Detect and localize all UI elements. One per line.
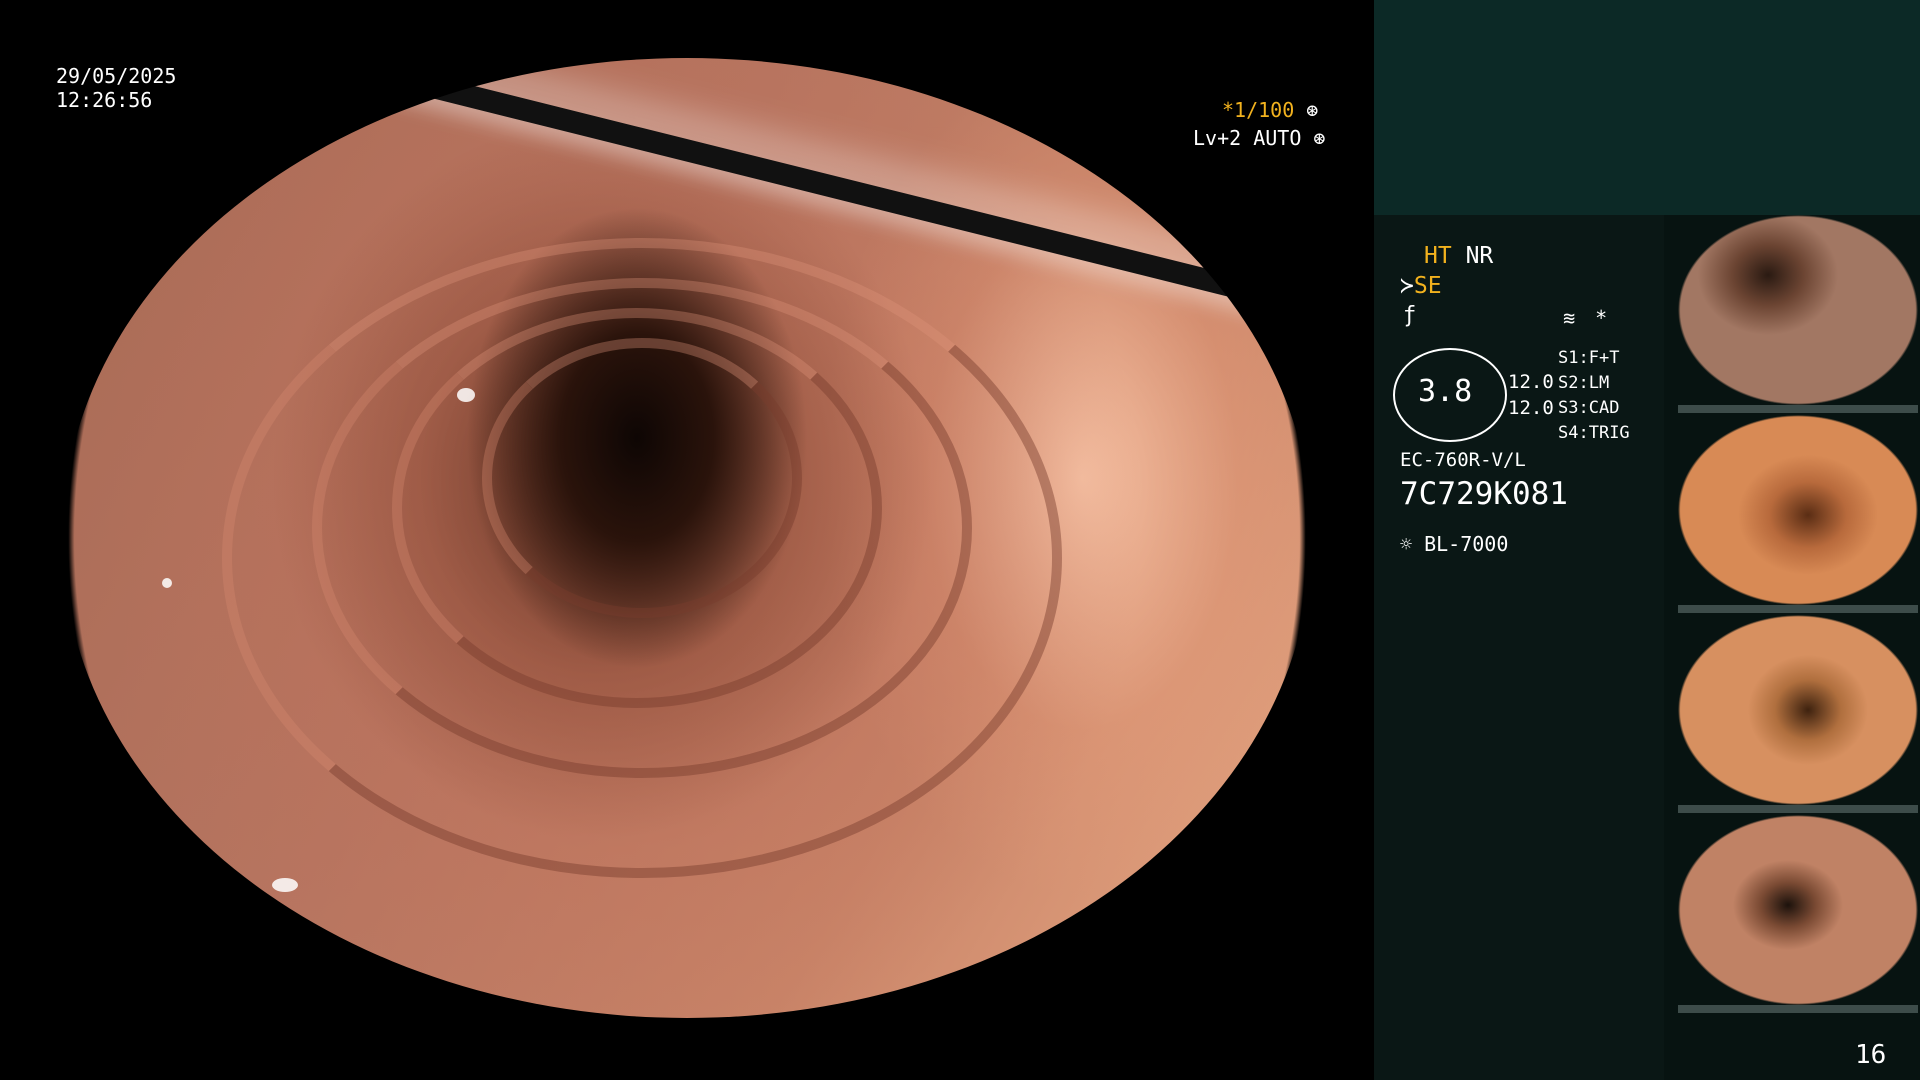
switch-value: LM [1588,373,1610,393]
light-reflection [457,388,475,402]
se-curve-icon: ≻ [1400,273,1414,299]
switch-value: F+T [1588,348,1620,368]
memo-icon: ≋ [1563,306,1576,330]
gauge-value: 3.8 [1418,374,1473,409]
capture-time: 12:26:56 [56,88,153,112]
switch-value: TRIG [1588,423,1630,443]
thumbnail-2[interactable] [1678,415,1918,605]
ht-indicator: HT [1424,243,1452,269]
thumbnail-bar [1678,405,1918,413]
endoscope-image [62,58,1312,1018]
sun-icon: ☼ [1400,532,1413,556]
light-level: Lv+2 AUTO [1193,126,1302,150]
endoscope-view [62,58,1312,1018]
shutter-speed: *1/100 [1222,98,1295,122]
panel-header [1374,0,1920,215]
switch-key: S4: [1558,423,1589,443]
thumbnail-3[interactable] [1678,615,1918,805]
switch-key: S2: [1558,373,1589,393]
asterisk-icon: * [1595,306,1608,330]
thumbnail-bar [1678,605,1918,613]
switch-key: S1: [1558,348,1589,368]
thumbnail-column [1664,215,1920,1080]
light-reflection [162,578,172,588]
capture-date: 29/05/2025 [56,64,177,88]
thumbnail-4[interactable] [1678,815,1918,1005]
thumbnail-1[interactable] [1678,215,1918,405]
aperture-icon: ⊛ [1306,98,1319,122]
gauge-right-1: 12.0 [1508,371,1554,393]
switch-value: CAD [1588,398,1620,418]
se-indicator: SE [1413,273,1442,299]
switch-key: S3: [1558,398,1589,418]
light-reflection [272,878,298,892]
scope-model: EC-760R-V/L [1400,449,1526,471]
f-symbol-icon: ƒ [1403,303,1417,328]
gauge-right-2: 12.0 [1508,397,1554,419]
light-source: BL-7000 [1424,532,1509,556]
page-number: 16 [1855,1040,1887,1070]
info-panel [1374,215,1664,1080]
nr-indicator: NR [1465,243,1494,269]
scope-serial: 7C729K081 [1400,476,1568,512]
thumbnail-bar [1678,1005,1918,1013]
iris-icon: ⊛ [1313,126,1326,150]
thumbnail-bar [1678,805,1918,813]
mucosal-fold [482,338,802,618]
